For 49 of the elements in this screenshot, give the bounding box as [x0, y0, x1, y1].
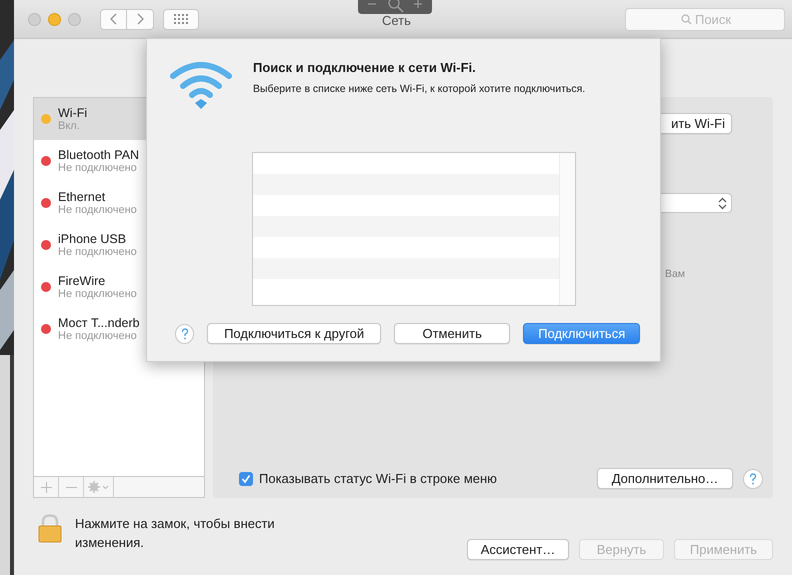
dialog-button[interactable]: Отменить: [394, 323, 510, 344]
lock-message: Нажмите на замок, чтобы внести изменения.: [75, 515, 276, 552]
service-item[interactable]: Bluetooth PAN Не подключено: [34, 140, 204, 182]
help-button[interactable]: [175, 324, 194, 344]
back-icon: [110, 14, 116, 24]
service-name: iPhone USB: [58, 232, 128, 246]
service-status: Не подключено: [58, 246, 137, 258]
back-button[interactable]: [100, 8, 127, 30]
footer-button[interactable]: Ассистент…: [467, 539, 569, 560]
service-name: Wi-Fi: [58, 106, 88, 120]
lock-icon[interactable]: [38, 514, 62, 543]
service-status: Вкл.: [58, 120, 81, 132]
hint-text: Вам: [664, 268, 685, 280]
service-name: Мост T...nderb: [58, 316, 140, 330]
service-name: Ethernet: [58, 190, 106, 204]
dialog-message: Выберите в списке ниже сеть Wi-Fi, к которой хотите подключиться.: [253, 83, 586, 95]
service-item[interactable]: FireWire Не подключено: [34, 266, 204, 308]
forward-icon: [138, 14, 144, 24]
search-field[interactable]: Поиск: [625, 8, 785, 30]
wifi-icon: [169, 62, 233, 110]
network-list[interactable]: [252, 152, 576, 306]
service-status: Не подключено: [58, 288, 137, 300]
show-all-button[interactable]: [163, 8, 199, 30]
checkmark-icon: [241, 474, 251, 484]
minimize-button[interactable]: [48, 12, 61, 26]
gear-icon: [88, 481, 110, 493]
service-item[interactable]: Ethernet Не подключено: [34, 182, 204, 224]
service-status: Не подключено: [58, 330, 138, 342]
search-icon: [681, 14, 692, 24]
chevron-icon: [718, 196, 727, 210]
plus-icon: [40, 482, 52, 492]
service-item[interactable]: iPhone USB Не подключено: [34, 224, 204, 266]
show-status-checkbox[interactable]: Показывать статус Wi-Fi в строке меню: [239, 471, 497, 486]
close-button[interactable]: [28, 12, 41, 26]
zoom-button[interactable]: [68, 12, 81, 26]
window-title: Сеть: [382, 13, 411, 28]
question-icon: [180, 328, 190, 340]
service-name: FireWire: [58, 274, 106, 288]
advanced-button[interactable]: Дополнительно…: [597, 468, 733, 489]
service-name: Bluetooth PAN: [58, 148, 140, 162]
forward-button[interactable]: [127, 8, 154, 30]
service-status: Не подключено: [58, 162, 138, 174]
dialog-button[interactable]: Подключиться к другой: [207, 323, 381, 344]
help-button[interactable]: [743, 468, 763, 488]
question-icon: [748, 472, 758, 484]
service-status: Не подключено: [58, 204, 137, 216]
service-item[interactable]: Мост T...nderb Не подключено: [34, 308, 204, 350]
dialog-title: Поиск и подключение к сети Wi-Fi.: [253, 60, 477, 75]
grid-icon: [174, 14, 188, 24]
